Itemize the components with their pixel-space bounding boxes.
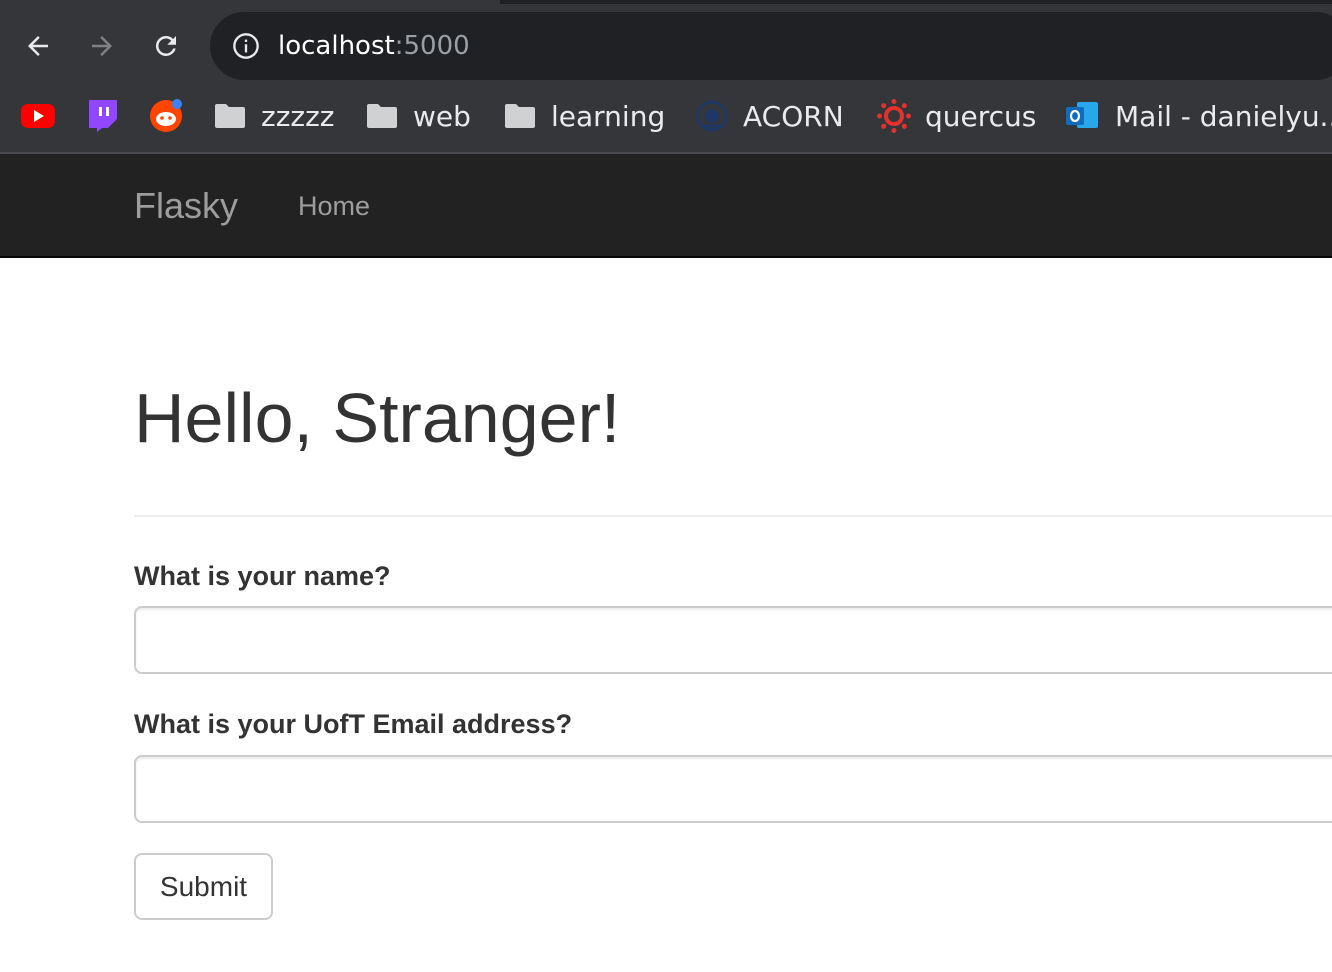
name-label: What is your name? [134, 561, 391, 591]
bookmark-folder-zzzzz[interactable]: zzzzz [213, 90, 335, 142]
folder-icon [365, 99, 399, 133]
reload-button[interactable] [144, 24, 188, 68]
bookmark-acorn[interactable]: ACORN [695, 90, 844, 142]
bookmark-label: ACORN [743, 99, 844, 133]
bookmark-folder-web[interactable]: web [365, 90, 471, 142]
folder-icon [213, 99, 247, 133]
info-icon[interactable] [232, 32, 260, 60]
header-divider [134, 515, 1332, 517]
forward-button[interactable] [80, 24, 124, 68]
outlook-icon [1065, 99, 1099, 133]
folder-icon [503, 99, 537, 133]
url-host: localhost [278, 31, 395, 61]
email-input[interactable] [134, 755, 1332, 823]
nav-link-home[interactable]: Home [298, 189, 370, 223]
navbar-brand[interactable]: Flasky [134, 184, 238, 228]
reddit-icon [149, 99, 183, 133]
site-navbar: Flasky Home [0, 154, 1332, 258]
address-bar[interactable]: localhost:5000 [210, 12, 1332, 80]
bookmark-label: learning [551, 99, 666, 133]
url-port: :5000 [394, 31, 470, 61]
reload-icon [155, 35, 176, 56]
url-text[interactable]: localhost:5000 [278, 28, 470, 64]
acorn-icon [695, 99, 729, 133]
back-button[interactable] [16, 24, 60, 68]
forward-arrow-icon [92, 36, 112, 56]
bookmark-label: quercus [925, 99, 1037, 133]
bookmark-label: zzzzz [261, 99, 335, 133]
name-input[interactable] [134, 606, 1332, 674]
page-title: Hello, Stranger! [134, 379, 621, 457]
tab-strip [0, 0, 1332, 4]
email-label: What is your UofT Email address? [134, 709, 573, 739]
bookmark-label: web [413, 99, 471, 133]
bookmarks-bar: zzzzz web learning ACORN quercus Mail - … [0, 90, 1332, 142]
bookmark-youtube[interactable] [21, 90, 55, 142]
bookmark-folder-learning[interactable]: learning [503, 90, 665, 142]
submit-button[interactable]: Submit [134, 853, 273, 920]
bookmark-twitch[interactable] [85, 90, 119, 142]
bookmark-mail[interactable]: Mail - danielyu.. [1065, 90, 1332, 142]
active-tab-edge[interactable] [0, 0, 500, 4]
bookmark-label: Mail - danielyu.. [1115, 99, 1332, 133]
bookmark-quercus[interactable]: quercus [877, 90, 1036, 142]
twitch-icon [85, 99, 119, 133]
bookmark-reddit[interactable] [149, 90, 183, 142]
back-arrow-icon [28, 36, 48, 56]
youtube-icon [21, 99, 55, 133]
browser-chrome: localhost:5000 zzzzz web learning ACORN … [0, 0, 1332, 154]
quercus-icon [877, 99, 911, 133]
